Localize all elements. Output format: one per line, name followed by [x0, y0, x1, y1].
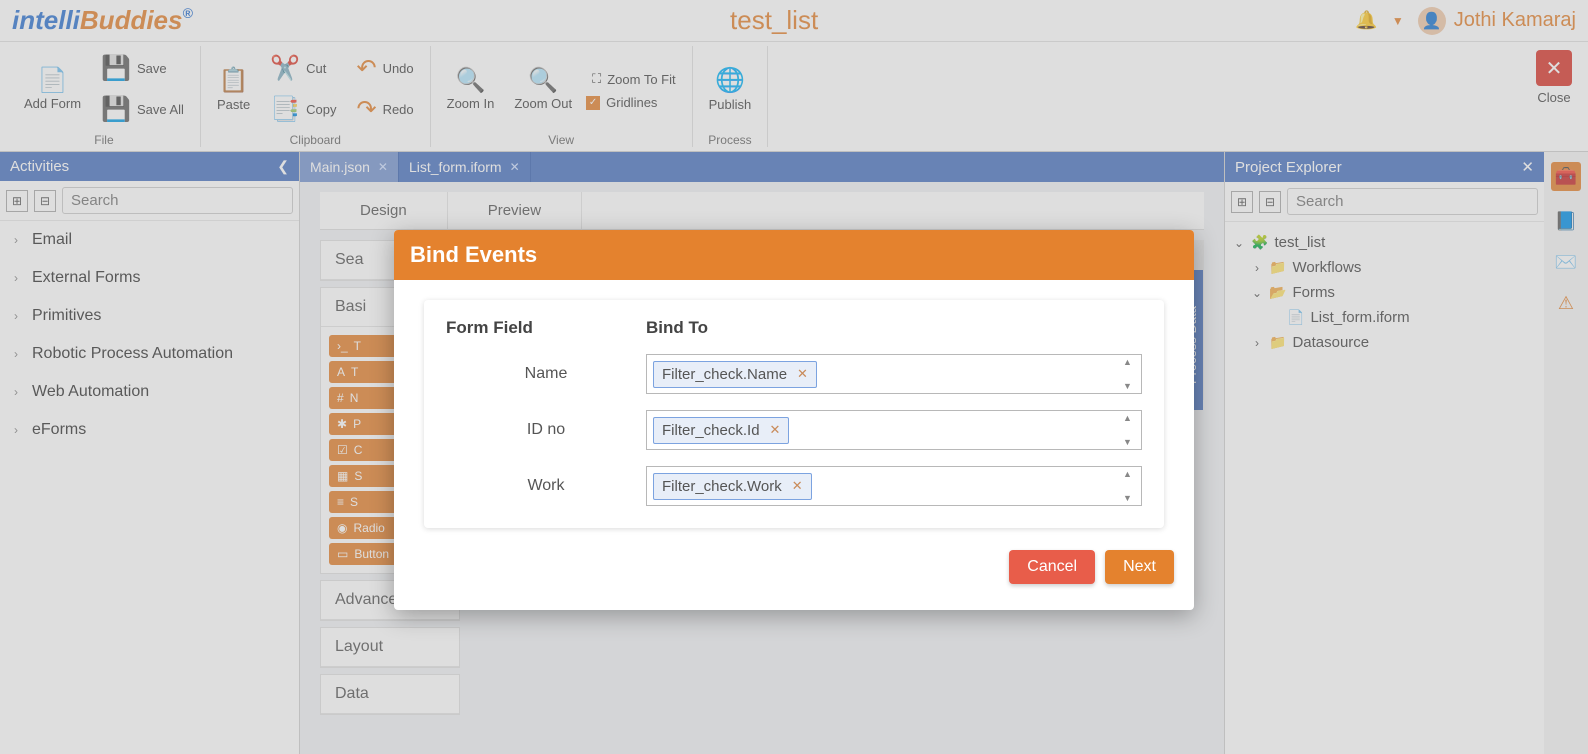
bind-input[interactable]: Filter_check.Id✕ ▲▼ [646, 410, 1142, 450]
remove-token-icon[interactable]: ✕ [797, 366, 808, 382]
caret-down-icon[interactable]: ▼ [1123, 437, 1139, 447]
next-button[interactable]: Next [1105, 550, 1174, 584]
bind-input[interactable]: Filter_check.Work✕ ▲▼ [646, 466, 1142, 506]
bind-input[interactable]: Filter_check.Name✕ ▲▼ [646, 354, 1142, 394]
col-form-field: Form Field [446, 318, 646, 338]
spinner-buttons[interactable]: ▲▼ [1123, 413, 1139, 447]
caret-down-icon[interactable]: ▼ [1123, 381, 1139, 391]
bind-token[interactable]: Filter_check.Work✕ [653, 473, 812, 500]
remove-token-icon[interactable]: ✕ [770, 422, 781, 438]
dialog-title: Bind Events [394, 230, 1194, 280]
spinner-buttons[interactable]: ▲▼ [1123, 357, 1139, 391]
bind-events-dialog: Bind Events Form Field Bind To Name Filt… [394, 230, 1194, 610]
modal-overlay: Bind Events Form Field Bind To Name Filt… [0, 0, 1588, 754]
field-label: Work [446, 477, 646, 495]
caret-up-icon[interactable]: ▲ [1123, 413, 1139, 423]
caret-up-icon[interactable]: ▲ [1123, 357, 1139, 367]
bind-header-row: Form Field Bind To [446, 318, 1142, 338]
caret-down-icon[interactable]: ▼ [1123, 493, 1139, 503]
col-bind-to: Bind To [646, 318, 708, 338]
dialog-footer: Cancel Next [394, 542, 1194, 598]
field-label: Name [446, 365, 646, 383]
remove-token-icon[interactable]: ✕ [792, 478, 803, 494]
spinner-buttons[interactable]: ▲▼ [1123, 469, 1139, 503]
bind-row: Name Filter_check.Name✕ ▲▼ [446, 354, 1142, 394]
bind-token[interactable]: Filter_check.Id✕ [653, 417, 789, 444]
bind-card: Form Field Bind To Name Filter_check.Nam… [424, 300, 1164, 528]
dialog-body: Form Field Bind To Name Filter_check.Nam… [394, 300, 1194, 610]
cancel-button[interactable]: Cancel [1009, 550, 1095, 584]
field-label: ID no [446, 421, 646, 439]
bind-row: Work Filter_check.Work✕ ▲▼ [446, 466, 1142, 506]
bind-token[interactable]: Filter_check.Name✕ [653, 361, 817, 388]
caret-up-icon[interactable]: ▲ [1123, 469, 1139, 479]
bind-row: ID no Filter_check.Id✕ ▲▼ [446, 410, 1142, 450]
